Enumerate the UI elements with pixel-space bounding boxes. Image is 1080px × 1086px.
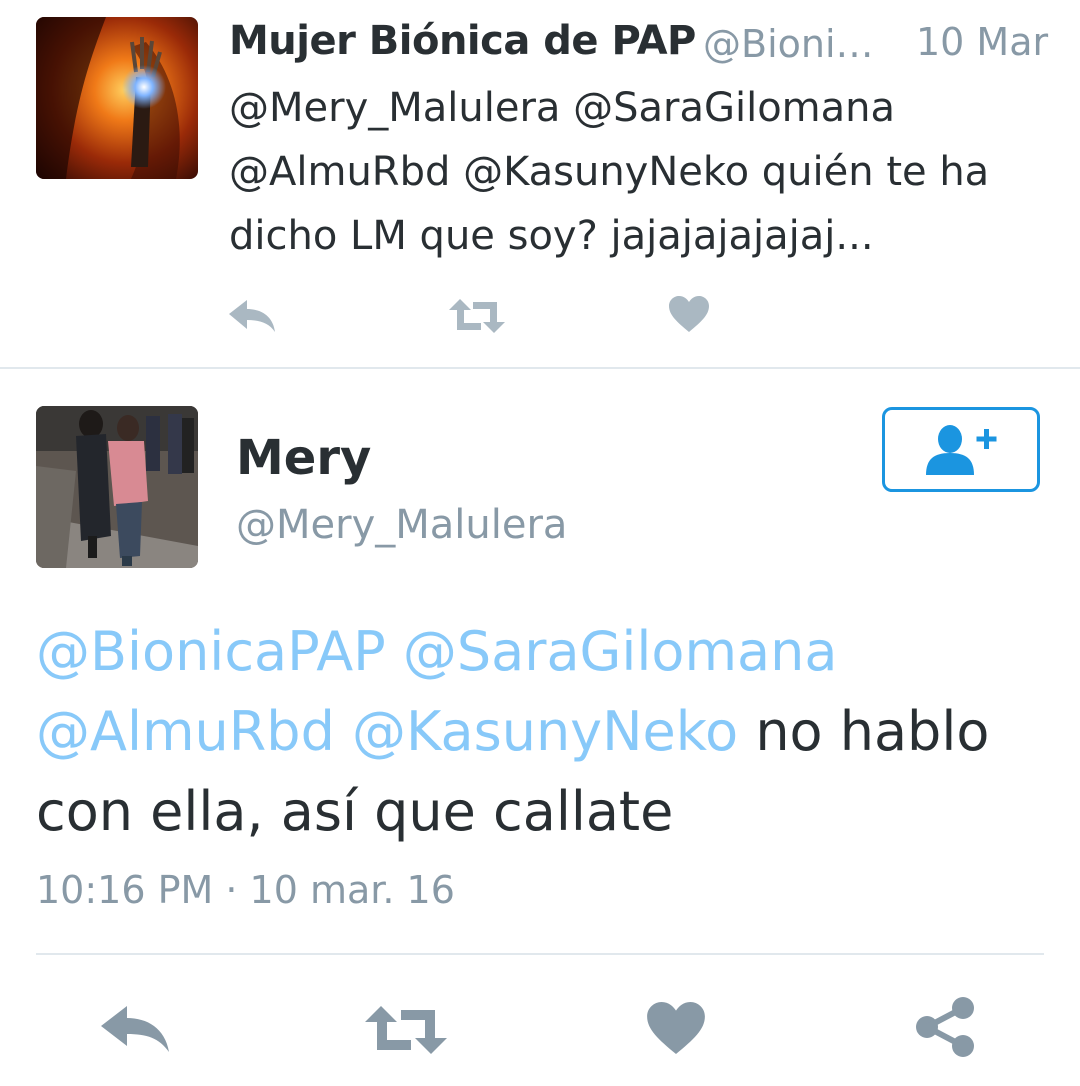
- reply-text-line: @AlmuRbd @KasunyNeko quién te ha: [229, 149, 990, 195]
- reply-author-avatar[interactable]: [36, 17, 198, 179]
- action-divider: [36, 953, 1044, 955]
- mention-link[interactable]: @AlmuRbd: [36, 700, 335, 763]
- like-icon[interactable]: [647, 1002, 705, 1054]
- main-text-line-1: @BionicaPAP @SaraGilomana: [36, 612, 1056, 692]
- add-user-icon: [926, 424, 997, 475]
- main-tweet-timestamp[interactable]: 10:16 PM · 10 mar. 16: [36, 868, 455, 912]
- reply-icon[interactable]: [229, 298, 275, 334]
- mention-link[interactable]: @BionicaPAP: [36, 620, 386, 683]
- follow-button[interactable]: [882, 407, 1040, 492]
- mention-link[interactable]: @KasunyNeko: [352, 700, 738, 763]
- main-author-handle[interactable]: @Mery_Malulera: [236, 502, 567, 548]
- reply-author-name[interactable]: Mujer Biónica de PAP: [229, 18, 696, 64]
- reply-text-line: dicho LM que soy? jajajajajajaj...: [229, 213, 874, 259]
- like-icon[interactable]: [669, 296, 709, 332]
- main-text-fragment: no hablo: [755, 700, 990, 763]
- reply-date[interactable]: 10 Mar: [916, 20, 1048, 64]
- reply-tweet-text[interactable]: @Mery_Malulera @SaraGilomana @AlmuRbd @K…: [229, 76, 1059, 268]
- reply-icon[interactable]: [101, 1004, 169, 1054]
- mention-link[interactable]: @SaraGilomana: [403, 620, 838, 683]
- main-text-line-2: @AlmuRbd @KasunyNeko no hablo: [36, 692, 1056, 772]
- retweet-icon[interactable]: [449, 299, 505, 333]
- reply-author-handle[interactable]: @BionicaPAP: [703, 22, 881, 66]
- main-text-line-3: con ella, así que callate: [36, 780, 674, 843]
- share-icon[interactable]: [915, 996, 975, 1058]
- tweet-divider: [0, 367, 1080, 369]
- main-author-name[interactable]: Mery: [236, 430, 371, 486]
- main-tweet-text: @BionicaPAP @SaraGilomana @AlmuRbd @Kasu…: [36, 612, 1056, 852]
- main-author-avatar[interactable]: [36, 406, 198, 568]
- reply-text-line: @Mery_Malulera @SaraGilomana: [229, 85, 896, 131]
- retweet-icon[interactable]: [365, 1006, 447, 1054]
